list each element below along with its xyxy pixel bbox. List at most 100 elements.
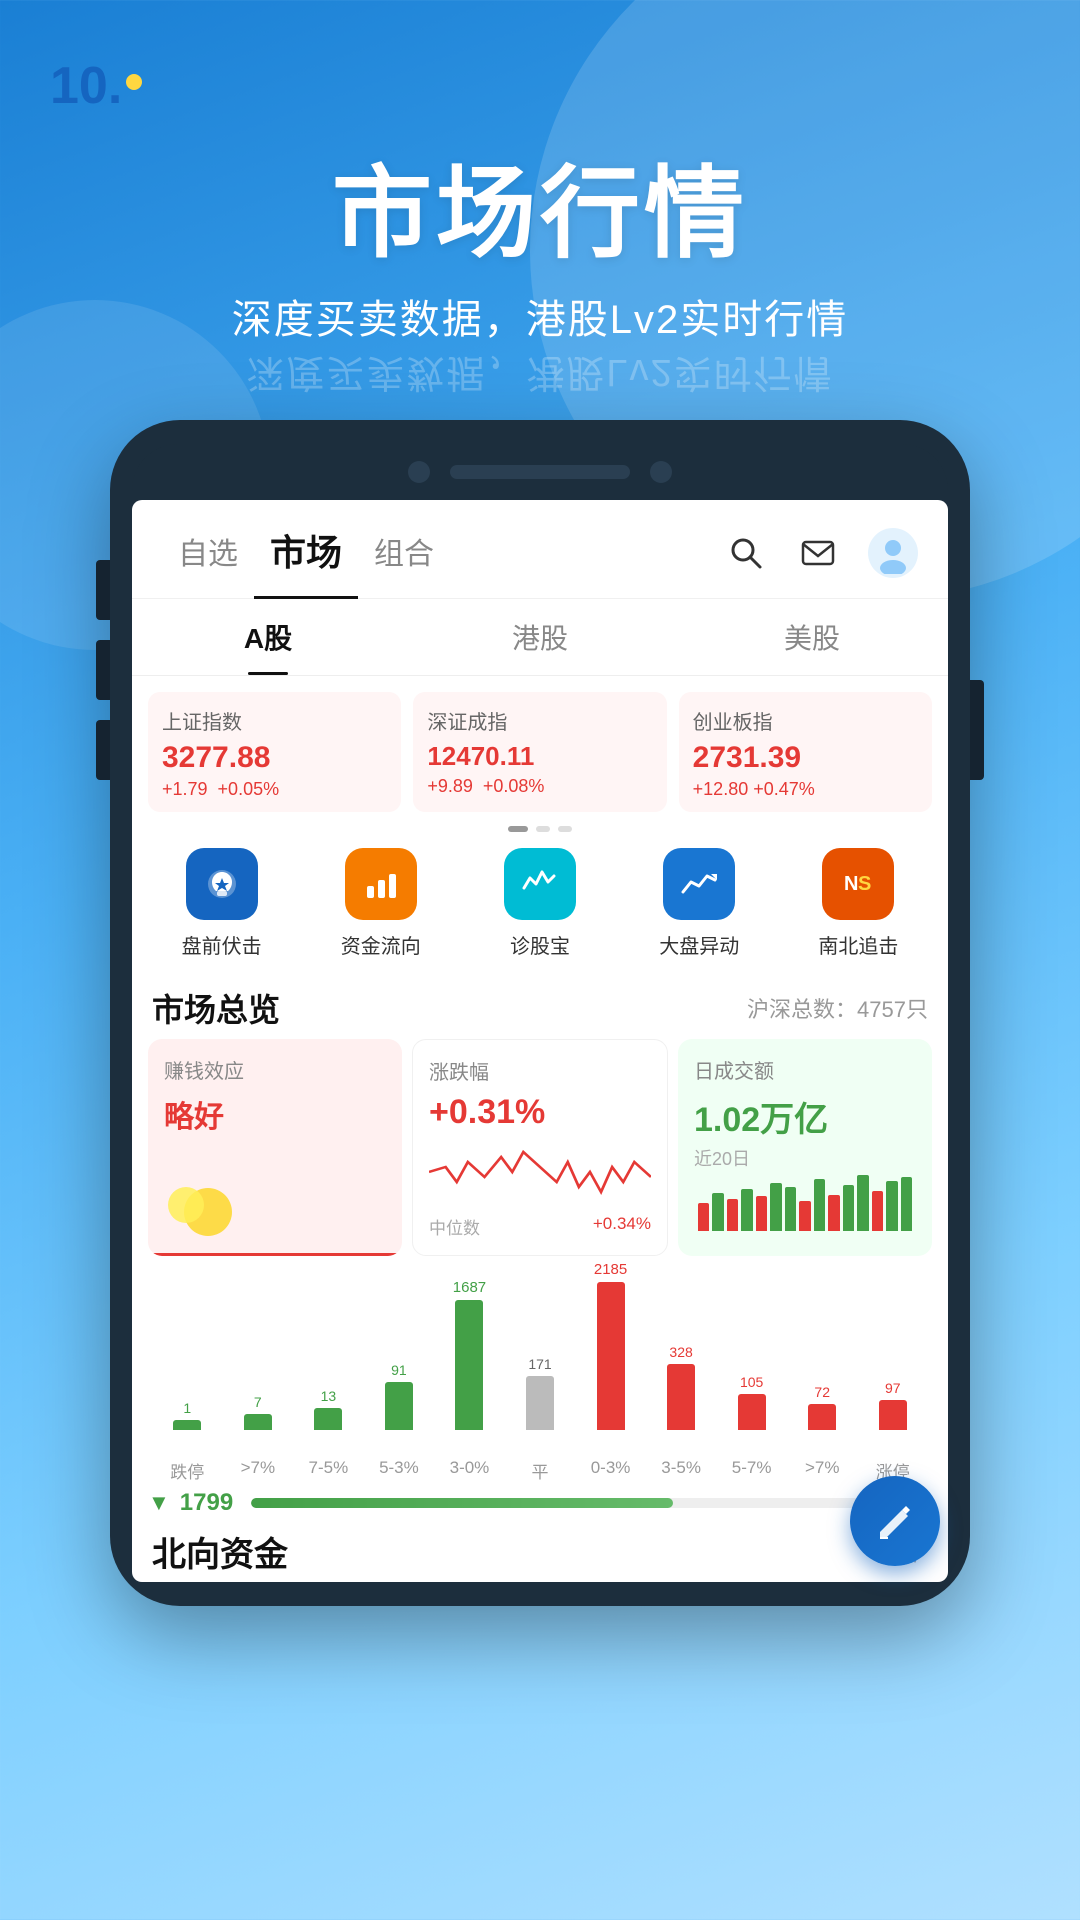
bar-down-30: 1687: [434, 1279, 505, 1430]
fundflow-icon: [345, 848, 417, 920]
tab-us-shares[interactable]: 美股: [676, 599, 948, 675]
search-button[interactable]: [724, 531, 768, 575]
svg-text:S: S: [858, 873, 871, 895]
label-flat: 平: [505, 1458, 576, 1483]
bar-flat: 171: [505, 1356, 576, 1430]
label-down-53: 5-3%: [364, 1458, 435, 1483]
bar-down-53: 91: [364, 1362, 435, 1430]
phone-notch: [132, 444, 948, 500]
card-daily-volume[interactable]: 日成交额 1.02万亿 近20日: [678, 1039, 932, 1256]
bar-up-7: 72: [787, 1384, 858, 1430]
dot-1: [508, 826, 528, 832]
fundflow-label: 资金流向: [341, 930, 421, 959]
mail-button[interactable]: [796, 531, 840, 575]
progress-down-number: 1799: [180, 1489, 233, 1517]
camera-right: [650, 461, 672, 483]
money-effect-label: 赚钱效应: [164, 1055, 386, 1084]
tool-fund-flow[interactable]: 资金流向: [301, 848, 460, 959]
index-card-shanghai[interactable]: 上证指数 3277.88 +1.79 +0.05%: [148, 692, 401, 812]
tool-market-move[interactable]: 大盘异动: [620, 848, 779, 959]
shanghai-value: 3277.88: [162, 741, 387, 775]
shanghai-change: +1.79 +0.05%: [162, 779, 387, 800]
premarket-label: 盘前伏击: [182, 930, 262, 959]
chinext-title: 创业板指: [693, 706, 918, 735]
dot-2: [536, 826, 550, 832]
daily-volume-label: 日成交额: [694, 1055, 916, 1084]
nav-item-portfolio[interactable]: 组合: [358, 529, 450, 593]
bar-up-57: 105: [716, 1374, 787, 1430]
tab-hk-shares[interactable]: 港股: [404, 599, 676, 675]
pagination-indicator: [132, 820, 948, 838]
nav-item-market[interactable]: 市场: [254, 524, 358, 599]
avatar-button[interactable]: [868, 528, 918, 578]
market-tabs: A股 港股 美股: [132, 599, 948, 676]
shenzhen-value: 12470.11: [427, 741, 652, 772]
label-up-7: >7%: [787, 1458, 858, 1483]
tool-north-south[interactable]: N S 南北追击: [779, 848, 938, 959]
label-up-57: 5-7%: [716, 1458, 787, 1483]
volume-mini-bars: [694, 1171, 916, 1231]
marketmove-icon: [663, 848, 735, 920]
market-overview-header: 市场总览 沪深总数：4757只: [132, 973, 948, 1039]
distribution-chart-section: 1 7 13 91: [132, 1268, 948, 1483]
chinext-change: +12.80 +0.47%: [693, 779, 918, 800]
rise-fall-chart: [429, 1132, 651, 1212]
median-value: +0.34%: [593, 1214, 651, 1239]
shenzhen-title: 深证成指: [427, 706, 652, 735]
phone-mockup: 自选 市场 组合: [110, 420, 970, 1606]
card-rise-fall[interactable]: 涨跌幅 +0.31% 中位数 +0.34%: [412, 1039, 668, 1256]
overview-meta: 沪深总数：4757只: [747, 992, 928, 1024]
version-dot-icon: [126, 74, 142, 90]
northsouth-icon: N S: [822, 848, 894, 920]
northsouth-label: 南北追击: [818, 930, 898, 959]
label-down-7: >7%: [223, 1458, 294, 1483]
label-up-03: 0-3%: [575, 1458, 646, 1483]
daily-volume-value: 1.02万亿: [694, 1092, 916, 1141]
version-badge: 10.: [50, 60, 1030, 112]
progress-fill: [251, 1498, 673, 1508]
rise-fall-label: 涨跌幅: [429, 1056, 651, 1085]
money-effect-value: 略好: [164, 1092, 386, 1136]
premarket-icon: [186, 848, 258, 920]
speaker: [450, 465, 630, 479]
card-money-effect[interactable]: 赚钱效应 略好: [148, 1039, 402, 1256]
label-down-75: 7-5%: [293, 1458, 364, 1483]
tool-stock-diagnosis[interactable]: 诊股宝: [460, 848, 619, 959]
bar-fall-limit: 1: [152, 1400, 223, 1430]
progress-down-arrow: ▼: [148, 1490, 170, 1516]
marketmove-label: 大盘异动: [659, 930, 739, 959]
index-card-chinext[interactable]: 创业板指 2731.39 +12.80 +0.47%: [679, 692, 932, 812]
hero-title: 市场行情: [50, 132, 1030, 277]
nav-item-watchlist[interactable]: 自选: [162, 529, 254, 593]
phone-screen: 自选 市场 组合: [132, 500, 948, 1582]
diagnosis-label: 诊股宝: [510, 930, 570, 959]
north-capital-header: 北向资金 明细 ›: [132, 1517, 948, 1582]
bar-chart-labels: 跌停 >7% 7-5% 5-3% 3-0% 平 0-3% 3-5% 5-7% >…: [148, 1458, 932, 1483]
phone-body: 自选 市场 组合: [110, 420, 970, 1606]
svg-text:N: N: [844, 873, 858, 895]
label-up-35: 3-5%: [646, 1458, 717, 1483]
index-card-shenzhen[interactable]: 深证成指 12470.11 +9.89 +0.08%: [413, 692, 666, 812]
sun-decoration: [158, 1167, 238, 1242]
quick-tools-bar: 盘前伏击 资金流向: [132, 838, 948, 973]
overview-cards-container: 赚钱效应 略好 涨跌幅 +0.31%: [132, 1039, 948, 1268]
daily-volume-sub: 近20日: [694, 1145, 916, 1171]
bar-rise-limit: 97: [857, 1380, 928, 1430]
app-navigation: 自选 市场 组合: [132, 500, 948, 599]
bar-up-03: 2185: [575, 1261, 646, 1430]
diagnosis-icon: [504, 848, 576, 920]
hero-subtitle-mirror: 深度买卖数据，港股Lv2实时行情: [50, 349, 1030, 404]
tool-premarket[interactable]: 盘前伏击: [142, 848, 301, 959]
hero-subtitle: 深度买卖数据，港股Lv2实时行情: [50, 287, 1030, 345]
rise-fall-value: +0.31%: [429, 1093, 651, 1132]
chinext-value: 2731.39: [693, 741, 918, 775]
tab-a-shares[interactable]: A股: [132, 599, 404, 675]
dot-3: [558, 826, 572, 832]
shenzhen-change: +9.89 +0.08%: [427, 776, 652, 797]
shanghai-title: 上证指数: [162, 706, 387, 735]
camera-left: [408, 461, 430, 483]
progress-bar: [251, 1498, 932, 1508]
fab-button[interactable]: [850, 1476, 940, 1566]
bar-down-7: 7: [223, 1394, 294, 1430]
north-capital-title: 北向资金: [152, 1527, 288, 1576]
